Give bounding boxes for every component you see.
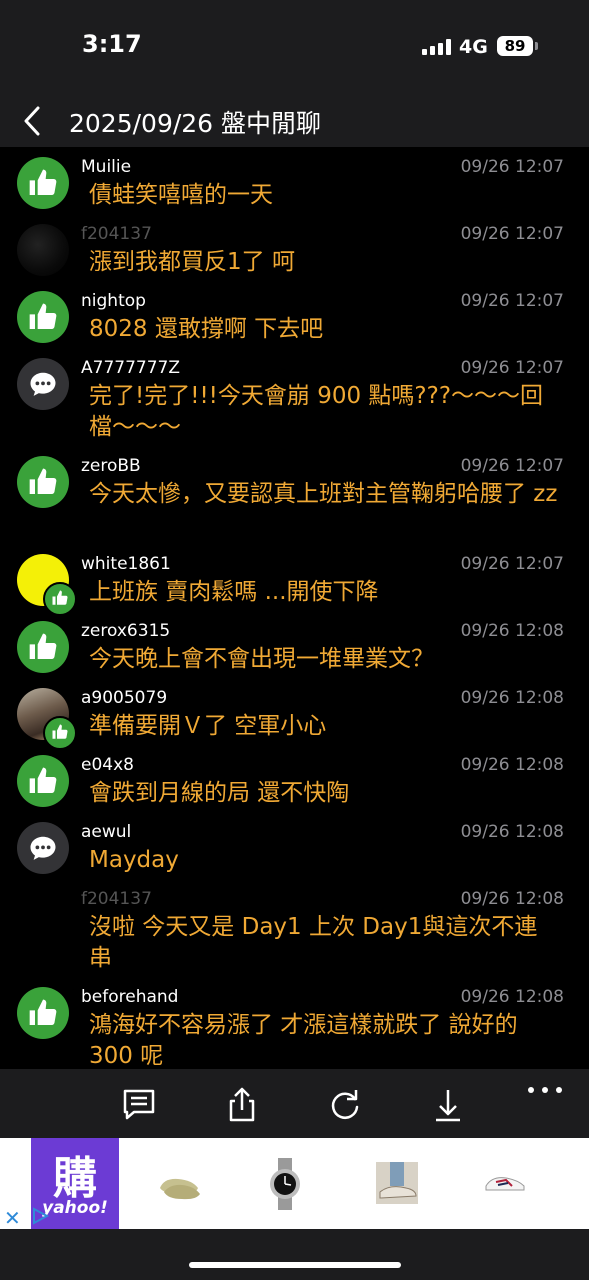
timestamp: 09/26 12:07 [460, 157, 564, 177]
thumbs-up-icon[interactable] [17, 621, 69, 673]
timestamp: 09/26 12:07 [460, 224, 564, 244]
message-item[interactable]: beforehand 09/26 12:08 鴻海好不容易漲了 才漲這樣就跌了 … [0, 977, 589, 1069]
username[interactable]: nightop [81, 291, 146, 311]
message-text: 今天太慘，又要認真上班對主管鞠躬哈腰了 zz [89, 481, 558, 507]
sneaker-photo-image[interactable] [376, 1162, 418, 1204]
timestamp: 09/26 12:07 [460, 291, 564, 311]
thumbs-up-icon[interactable] [17, 987, 69, 1039]
username[interactable]: e04x8 [81, 755, 134, 775]
timestamp: 09/26 12:07 [460, 358, 564, 378]
user-avatar[interactable] [17, 688, 77, 750]
username[interactable]: Muilie [81, 157, 131, 177]
message-item[interactable]: zeroBB 09/26 12:07 今天太慘，又要認真上班對主管鞠躬哈腰了 z… [0, 446, 589, 544]
message-item[interactable]: zerox6315 09/26 12:08 今天晚上會不會出現一堆畢業文？ [0, 611, 589, 678]
message-item[interactable]: white1861 09/26 12:07 上班族 賣肉鬆嗎 ...開使下降 [0, 544, 589, 616]
username[interactable]: aewul [81, 822, 131, 842]
username[interactable]: f204137 [81, 889, 152, 909]
message-text: 今天晚上會不會出現一堆畢業文？ [89, 646, 434, 672]
message-item[interactable]: aewul 09/26 12:08 Mayday [0, 812, 589, 879]
user-avatar[interactable] [17, 889, 69, 941]
close-icon[interactable]: ✕ [4, 1206, 21, 1230]
message-item[interactable]: A7777777Z 09/26 12:07 完了!完了!!!今天會崩 900 點… [0, 348, 589, 446]
message-list[interactable]: Muilie 09/26 12:07 債蛙笑嘻嘻的一天 f204137 09/2… [0, 147, 589, 1069]
message-text: 債蛙笑嘻嘻的一天 [89, 182, 273, 208]
timestamp: 09/26 12:08 [460, 987, 564, 1007]
timestamp: 09/26 12:08 [460, 621, 564, 641]
user-avatar[interactable] [17, 554, 77, 616]
username[interactable]: A7777777Z [81, 358, 180, 378]
username[interactable]: beforehand [81, 987, 178, 1007]
message-text: 準備要開Ｖ了 空軍小心 [89, 713, 327, 739]
share-icon[interactable] [222, 1085, 262, 1125]
message-item[interactable]: a9005079 09/26 12:08 準備要開Ｖ了 空軍小心 [0, 678, 589, 750]
message-text: Mayday [89, 847, 179, 873]
network-type: 4G [459, 36, 488, 58]
shoe-product-image[interactable] [156, 1162, 202, 1204]
message-text: 沒啦 今天又是 Day1 上次 Day1與這次不連串 [89, 914, 538, 971]
thumbs-up-icon[interactable] [17, 456, 69, 508]
bottom-toolbar [0, 1069, 589, 1138]
page-title: 2025/09/26 盤中閒聊 [69, 109, 322, 138]
message-text: 完了!完了!!!今天會崩 900 點嗎???～～～回檔～～～ [89, 383, 544, 440]
comment-icon[interactable] [119, 1085, 159, 1125]
message-item[interactable]: f204137 09/26 12:08 沒啦 今天又是 Day1 上次 Day1… [0, 879, 589, 977]
thumbs-up-icon[interactable] [17, 157, 69, 209]
sneaker-product-image[interactable] [484, 1172, 526, 1194]
more-icon[interactable] [528, 1085, 564, 1095]
username[interactable]: zeroBB [81, 456, 141, 476]
battery-icon: 89 [497, 36, 533, 56]
timestamp: 09/26 12:08 [460, 889, 564, 909]
user-avatar[interactable] [17, 224, 69, 276]
username[interactable]: a9005079 [81, 688, 167, 708]
chat-bubble-icon[interactable] [17, 358, 69, 410]
timestamp: 09/26 12:08 [460, 822, 564, 842]
message-text: 8028 還敢撐啊 下去吧 [89, 316, 324, 342]
status-bar: 3:17 4G 89 [0, 0, 589, 95]
ad-logo-glyph: 購 [53, 1153, 97, 1204]
message-item[interactable]: e04x8 09/26 12:08 會跌到月線的局 還不快陶 [0, 745, 589, 812]
username[interactable]: f204137 [81, 224, 152, 244]
chat-bubble-icon[interactable] [17, 822, 69, 874]
timestamp: 09/26 12:07 [460, 456, 564, 476]
battery-tip [535, 42, 538, 50]
message-item[interactable]: Muilie 09/26 12:07 債蛙笑嘻嘻的一天 [0, 147, 589, 214]
message-text: 漲到我都買反1了 呵 [89, 249, 295, 275]
message-text: 上班族 賣肉鬆嗎 ...開使下降 [89, 579, 379, 605]
ad-banner[interactable]: 購 yahoo! ✕ [0, 1138, 589, 1230]
home-indicator[interactable] [189, 1262, 401, 1268]
adchoices-icon[interactable] [29, 1206, 51, 1226]
message-item[interactable]: f204137 09/26 12:07 漲到我都買反1了 呵 [0, 214, 589, 281]
timestamp: 09/26 12:07 [460, 554, 564, 574]
message-text: 會跌到月線的局 還不快陶 [89, 780, 350, 806]
signal-icon [422, 39, 452, 55]
username[interactable]: white1861 [81, 554, 171, 574]
home-indicator-area [0, 1229, 589, 1280]
download-icon[interactable] [428, 1085, 468, 1125]
timestamp: 09/26 12:08 [460, 688, 564, 708]
thumbs-up-icon[interactable] [17, 755, 69, 807]
refresh-icon[interactable] [325, 1085, 365, 1125]
timestamp: 09/26 12:08 [460, 755, 564, 775]
chevron-left-icon[interactable] [18, 103, 50, 139]
thumbs-up-icon[interactable] [17, 291, 69, 343]
nav-header: 2025/09/26 盤中閒聊 [0, 95, 589, 147]
watch-product-image[interactable] [267, 1158, 303, 1210]
message-item[interactable]: nightop 09/26 12:07 8028 還敢撐啊 下去吧 [0, 281, 589, 348]
message-text: 鴻海好不容易漲了 才漲這樣就跌了 說好的 300 呢 [89, 1012, 518, 1069]
status-time: 3:17 [82, 30, 142, 58]
username[interactable]: zerox6315 [81, 621, 170, 641]
